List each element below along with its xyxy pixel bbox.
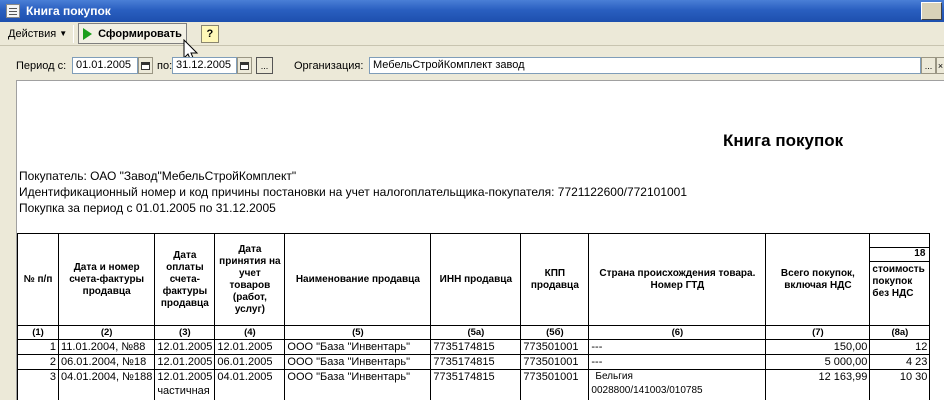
close-icon: × xyxy=(937,60,944,71)
row-seller: ООО "База "Инвентарь" xyxy=(284,369,432,400)
row-total: 5 000,00 xyxy=(765,354,871,370)
row-customs-number: 0028800/141003/010785 xyxy=(591,385,703,396)
window-title: Книга покупок xyxy=(26,4,111,18)
col-number: (7) xyxy=(765,325,871,340)
row-inn: 7735174815 xyxy=(430,339,522,355)
row-invoice: 06.01.2004, №18 xyxy=(57,354,156,370)
period-select-button[interactable]: ... xyxy=(256,57,273,74)
table-header-row: № п/п Дата и номер счета-фактуры продавц… xyxy=(17,233,931,326)
col-header-kpp: КПП продавца xyxy=(520,233,590,326)
toolbar-separator xyxy=(73,24,75,43)
organization-input[interactable]: МебельСтройКомплект завод xyxy=(369,57,921,74)
col-header-vat-rate: 18 xyxy=(870,248,929,262)
col-header-net-label: стоимость покупок без НДС xyxy=(872,264,925,299)
col-header-accepted: Дата принятия на учет товаров (работ, ус… xyxy=(214,233,286,326)
col-number: (5а) xyxy=(430,325,522,340)
col-header-invoice: Дата и номер счета-фактуры продавца xyxy=(57,233,156,326)
table-column-numbers-row: (1) (2) (3) (4) (5) (5а) (5б) (6) (7) (8… xyxy=(17,325,931,340)
calendar-icon xyxy=(141,61,150,70)
col-header-country: Страна происхождения товара. Номер ГТД xyxy=(588,233,767,326)
row-paid-note: частичная xyxy=(157,385,210,397)
row-country: --- xyxy=(588,339,767,355)
generate-button-label: Сформировать xyxy=(98,27,182,40)
period-to-input[interactable]: 31.12.2005 xyxy=(172,57,237,74)
col-header-inn: ИНН продавца xyxy=(430,233,522,326)
row-country-name: Бельгия xyxy=(595,371,633,382)
organization-label: Организация: xyxy=(294,60,364,72)
actions-menu[interactable]: Действия ▼ xyxy=(8,28,67,40)
col-number: (6) xyxy=(588,325,767,340)
organization-select-button[interactable]: ... xyxy=(921,57,936,74)
row-net: 10 30 xyxy=(869,369,931,400)
row-invoice: 04.01.2004, №188 xyxy=(57,369,156,400)
document-icon xyxy=(6,4,20,18)
row-paid-date: 12.01.2005 xyxy=(154,354,216,370)
row-kpp: 773501001 xyxy=(520,339,590,355)
row-paid-date: 12.01.2005 xyxy=(154,339,216,355)
report-document[interactable]: Книга покупок Покупатель: ОАО "Завод"Меб… xyxy=(16,80,944,400)
window-control-button[interactable] xyxy=(921,2,942,20)
row-number: 3 xyxy=(17,369,59,400)
report-title: Книга покупок xyxy=(723,131,844,150)
col-header-net: 18 стоимость покупок без НДС xyxy=(869,233,931,326)
inn-line: Идентификационный номер и код причины по… xyxy=(19,185,688,199)
organization-clear-button[interactable]: × xyxy=(936,57,944,74)
table-row[interactable]: 1 11.01.2004, №88 12.01.2005 12.01.2005 … xyxy=(17,339,931,355)
col-number: (5) xyxy=(284,325,432,340)
help-icon: ? xyxy=(206,27,214,40)
row-paid-date: 12.01.2005 частичная xyxy=(154,369,216,400)
col-number: (4) xyxy=(214,325,286,340)
toolbar: Действия ▼ Сформировать ? xyxy=(0,22,944,46)
period-from-label: Период с: xyxy=(16,60,67,72)
row-kpp: 773501001 xyxy=(520,354,590,370)
row-inn: 7735174815 xyxy=(430,354,522,370)
col-number: (1) xyxy=(17,325,59,340)
row-number: 2 xyxy=(17,354,59,370)
row-invoice: 11.01.2004, №88 xyxy=(57,339,156,355)
help-button[interactable]: ? xyxy=(200,24,219,43)
row-net: 4 23 xyxy=(869,354,931,370)
col-header-paid: Дата оплаты счета-фактуры продавца xyxy=(154,233,216,326)
col-number: (8а) xyxy=(869,325,931,340)
row-paid-date-value: 12.01.2005 xyxy=(157,371,213,383)
purchase-ledger-table: № п/п Дата и номер счета-фактуры продавц… xyxy=(17,233,931,400)
period-to-label: по: xyxy=(157,60,173,72)
row-seller: ООО "База "Инвентарь" xyxy=(284,354,432,370)
row-accepted-date: 06.01.2005 xyxy=(214,354,286,370)
row-seller: ООО "База "Инвентарь" xyxy=(284,339,432,355)
period-to-calendar-button[interactable] xyxy=(237,57,252,74)
table-row[interactable]: 3 04.01.2004, №188 12.01.2005 частичная … xyxy=(17,369,931,400)
row-inn: 7735174815 xyxy=(430,369,522,400)
play-icon xyxy=(83,27,93,40)
ellipsis-icon: ... xyxy=(260,60,269,71)
calendar-icon xyxy=(240,61,249,70)
period-from-calendar-button[interactable] xyxy=(138,57,153,74)
row-country: Бельгия 0028800/141003/010785 xyxy=(588,369,767,400)
row-net: 12 xyxy=(869,339,931,355)
ellipsis-icon: ... xyxy=(924,60,933,71)
window-titlebar: Книга покупок xyxy=(0,0,944,22)
col-header-number: № п/п xyxy=(17,233,59,326)
row-accepted-date: 12.01.2005 xyxy=(214,339,286,355)
buyer-line: Покупатель: ОАО "Завод"МебельСтройКомпле… xyxy=(19,169,297,183)
col-header-total: Всего покупок, включая НДС xyxy=(765,233,871,326)
col-number: (5б) xyxy=(520,325,590,340)
col-number: (2) xyxy=(57,325,156,340)
period-from-input[interactable]: 01.01.2005 xyxy=(72,57,138,74)
row-total: 150,00 xyxy=(765,339,871,355)
actions-menu-label: Действия xyxy=(8,27,57,40)
row-total: 12 163,99 xyxy=(765,369,871,400)
row-accepted-date: 04.01.2005 xyxy=(214,369,286,400)
row-kpp: 773501001 xyxy=(520,369,590,400)
row-number: 1 xyxy=(17,339,59,355)
col-header-seller: Наименование продавца xyxy=(284,233,432,326)
generate-button[interactable]: Сформировать xyxy=(78,23,187,44)
row-country: --- xyxy=(588,354,767,370)
col-number: (3) xyxy=(154,325,216,340)
period-line: Покупка за период с 01.01.2005 по 31.12.… xyxy=(19,201,276,215)
chevron-down-icon: ▼ xyxy=(59,29,68,38)
table-row[interactable]: 2 06.01.2004, №18 12.01.2005 06.01.2005 … xyxy=(17,354,931,370)
